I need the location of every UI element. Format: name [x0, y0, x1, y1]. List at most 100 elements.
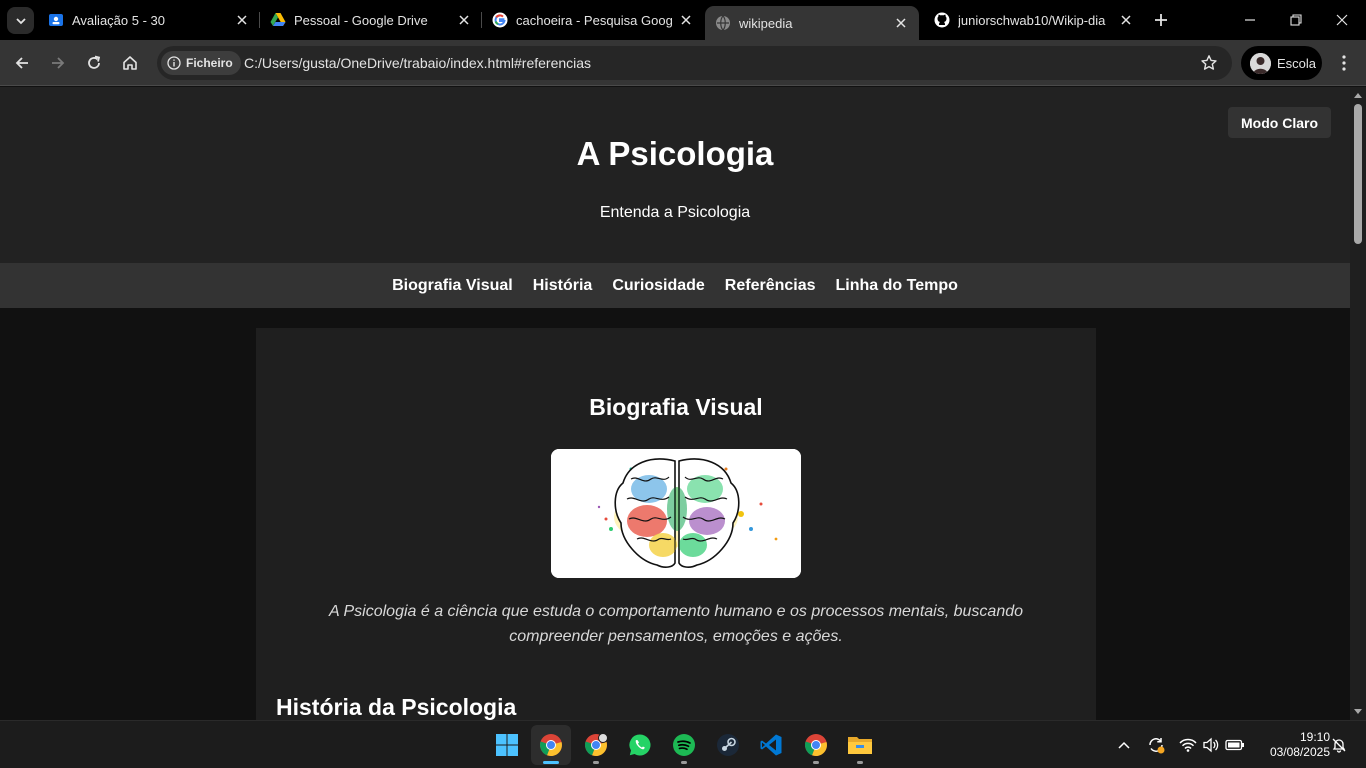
- site-info-label: Ficheiro: [186, 56, 233, 70]
- tab-google-drive[interactable]: Pessoal - Google Drive: [260, 6, 482, 34]
- scroll-up-icon[interactable]: [1353, 91, 1363, 99]
- taskbar-vscode[interactable]: [751, 725, 791, 765]
- nav-link-curiosidade[interactable]: Curiosidade: [612, 277, 704, 295]
- taskbar-spotify[interactable]: [664, 725, 704, 765]
- tab-wikipedia[interactable]: wikipedia: [705, 6, 919, 40]
- notification-bell-icon: [1332, 738, 1346, 753]
- site-info-chip[interactable]: Ficheiro: [161, 51, 241, 75]
- close-window-button[interactable]: [1330, 8, 1354, 32]
- tray-battery[interactable]: [1225, 735, 1245, 755]
- taskbar-chrome-profile[interactable]: [576, 725, 616, 765]
- whatsapp-icon: [629, 734, 651, 756]
- back-button[interactable]: [10, 51, 34, 75]
- reload-button[interactable]: [82, 51, 106, 75]
- chrome-icon: [540, 734, 562, 757]
- tab-google-search[interactable]: cachoeira - Pesquisa Google: [482, 6, 704, 34]
- taskbar-file-explorer[interactable]: [840, 725, 880, 765]
- browser-tab-strip: Avaliação 5 - 30 Pessoal - Google Drive …: [0, 0, 1366, 40]
- taskbar-chrome-2[interactable]: [796, 725, 836, 765]
- scroll-down-icon[interactable]: [1353, 708, 1363, 716]
- close-icon[interactable]: [1118, 12, 1134, 28]
- notifications-button[interactable]: [1329, 735, 1349, 755]
- biografia-caption: A Psicologia é a ciência que estuda o co…: [328, 603, 1024, 645]
- nav-link-biografia-visual[interactable]: Biografia Visual: [392, 277, 513, 295]
- minimize-button[interactable]: [1238, 8, 1262, 32]
- tab-avaliacao[interactable]: Avaliação 5 - 30: [38, 6, 260, 34]
- google-icon: [492, 12, 508, 28]
- home-button[interactable]: [118, 51, 142, 75]
- new-tab-button[interactable]: [1151, 10, 1171, 30]
- main-content: Biografia Visual A Psicologia é a ciênci…: [256, 328, 1096, 720]
- taskbar-whatsapp[interactable]: [620, 725, 660, 765]
- start-button[interactable]: [487, 725, 527, 765]
- system-clock[interactable]: 19:10 03/08/2025: [1254, 730, 1330, 760]
- clock-date: 03/08/2025: [1269, 745, 1330, 759]
- scrollbar-thumb[interactable]: [1354, 104, 1362, 244]
- battery-icon: [1225, 739, 1244, 751]
- tab-github[interactable]: juniorschwab10/Wikip-dia: [924, 6, 1144, 34]
- taskbar-chrome[interactable]: [531, 725, 571, 765]
- restore-icon: [1290, 14, 1302, 26]
- address-bar[interactable]: Ficheiro C:/Users/gusta/OneDrive/trabaio…: [157, 46, 1232, 80]
- tab-search-button[interactable]: [7, 7, 34, 34]
- url-text[interactable]: C:/Users/gusta/OneDrive/trabaio/index.ht…: [244, 55, 591, 71]
- show-hidden-icons-button[interactable]: [1114, 735, 1134, 755]
- arrow-left-icon: [15, 57, 28, 69]
- nav-link-referencias[interactable]: Referências: [725, 277, 816, 295]
- running-indicator: [593, 761, 599, 764]
- profile-label: Escola: [1277, 55, 1317, 71]
- taskbar-steam[interactable]: [708, 725, 748, 765]
- tab-title: juniorschwab10/Wikip-dia: [958, 12, 1106, 28]
- close-icon[interactable]: [678, 12, 694, 28]
- windows-start-icon: [496, 734, 518, 756]
- info-icon: [167, 56, 181, 70]
- tray-network[interactable]: [1178, 735, 1198, 755]
- github-icon: [934, 12, 950, 28]
- forward-button[interactable]: [46, 51, 70, 75]
- steam-icon: [717, 734, 739, 756]
- clock-time: 19:10: [1299, 730, 1330, 744]
- home-icon: [123, 56, 137, 70]
- chrome-icon: [805, 734, 827, 757]
- running-indicator: [681, 761, 687, 764]
- minimize-icon: [1245, 19, 1255, 21]
- light-mode-button[interactable]: Modo Claro: [1228, 107, 1331, 138]
- nav-link-historia[interactable]: História: [533, 277, 593, 295]
- close-icon: [1336, 14, 1348, 26]
- globe-icon: [715, 15, 731, 31]
- tray-sync-app[interactable]: [1146, 735, 1166, 755]
- more-vertical-icon: [1342, 55, 1346, 71]
- close-icon[interactable]: [456, 12, 472, 28]
- arrow-right-icon: [52, 57, 65, 69]
- tab-title: Pessoal - Google Drive: [294, 12, 428, 28]
- section-title-biografia: Biografia Visual: [589, 394, 763, 420]
- tab-title: Avaliação 5 - 30: [72, 12, 165, 28]
- browser-toolbar: Ficheiro C:/Users/gusta/OneDrive/trabaio…: [0, 40, 1366, 86]
- page-viewport: A Psicologia Entenda a Psicologia Modo C…: [0, 87, 1350, 720]
- wifi-icon: [1179, 738, 1197, 752]
- site-header: A Psicologia Entenda a Psicologia Modo C…: [0, 87, 1350, 263]
- close-icon[interactable]: [234, 12, 250, 28]
- classroom-icon: [48, 12, 64, 28]
- running-indicator: [813, 761, 819, 764]
- spotify-icon: [673, 734, 695, 756]
- google-drive-icon: [270, 12, 286, 28]
- nav-link-linha-do-tempo[interactable]: Linha do Tempo: [836, 277, 958, 295]
- restore-button[interactable]: [1284, 8, 1308, 32]
- browser-menu-button[interactable]: [1334, 51, 1354, 75]
- site-nav: Biografia Visual História Curiosidade Re…: [0, 263, 1350, 308]
- avatar: [1250, 52, 1271, 74]
- bookmark-star-icon[interactable]: [1200, 54, 1218, 72]
- windows-taskbar: 19:10 03/08/2025: [0, 720, 1366, 768]
- plus-icon: [1155, 14, 1167, 26]
- vscode-icon: [760, 734, 782, 756]
- page-subtitle: Entenda a Psicologia: [599, 204, 751, 221]
- profile-button[interactable]: Escola: [1241, 46, 1322, 80]
- page-scrollbar[interactable]: [1350, 87, 1366, 720]
- reload-icon: [88, 55, 101, 69]
- chevron-up-icon: [1118, 741, 1130, 749]
- file-explorer-icon: [848, 737, 872, 754]
- section-title-historia: História da Psicologia: [276, 694, 517, 720]
- close-icon[interactable]: [893, 15, 909, 31]
- tray-volume[interactable]: [1201, 735, 1221, 755]
